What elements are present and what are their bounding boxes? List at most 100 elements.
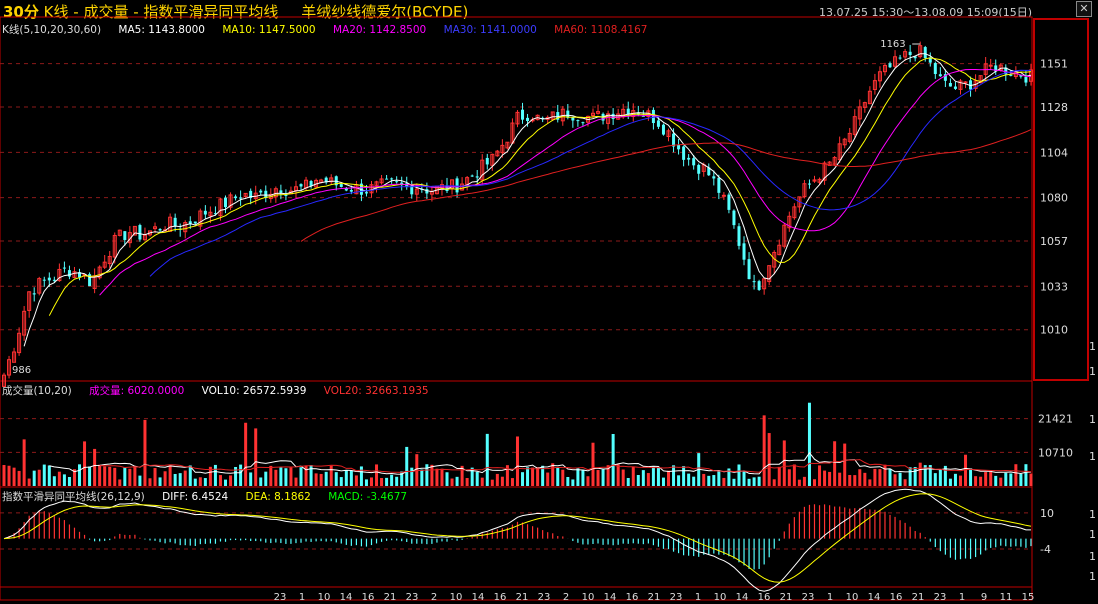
volume-bar [601,469,605,486]
volume-bar [833,441,837,486]
candle-body [173,217,177,227]
volume-bar [536,467,540,486]
volume-bar [385,477,389,486]
volume-bar [631,466,635,486]
volume-bar [32,470,36,486]
volume-bar [903,479,907,486]
candle-body [672,133,676,147]
volume-bar [782,440,786,486]
volume-bar [62,474,66,486]
price-tick-label: 1010 [1040,324,1068,337]
time-tick-label: 2 [431,592,437,603]
volume-bar [12,467,16,486]
volume-bar [752,477,756,486]
time-tick-label: 1 [827,592,833,603]
volume-bar [445,472,449,486]
volume-bar [958,475,962,486]
volume-bar [37,469,41,486]
volume-bar [475,471,479,486]
volume-bar [138,475,142,486]
candle-body [611,113,615,119]
volume-bar [239,464,243,486]
volume-bar [334,472,338,486]
volume-bar [767,433,771,486]
volume-bar [848,474,852,486]
candle-body [727,194,731,210]
volume-bar [999,477,1003,486]
volume-tick-label: 10710 [1038,446,1073,459]
volume-bar [2,465,6,486]
volume-bar [450,478,454,486]
time-tick-label: 23 [670,592,683,603]
candle-body [395,181,399,183]
volume-bar [495,473,499,486]
candle-body [1009,74,1013,76]
volume-bar [687,473,691,486]
macd-tick-label: -4 [1040,543,1051,556]
volume-bar [531,467,535,486]
volume-bar [898,472,902,486]
stock-chart[interactable]: 10101033105710801104112811511071021421-4… [0,0,1098,604]
volume-bar [621,469,625,486]
price-tick-label: 1104 [1040,146,1068,159]
time-tick-label: 14 [340,592,353,603]
time-tick-label: 14 [472,592,485,603]
volume-bar [274,469,278,486]
volume-bar [224,479,228,486]
volume-bar [435,468,439,486]
volume-bar [777,466,781,486]
volume-bar [485,433,489,486]
time-tick-label: 16 [626,592,639,603]
candle-body [470,175,474,177]
volume-bar [974,476,978,486]
volume-bar [22,439,26,486]
volume-bar [78,464,82,486]
volume-bar [52,476,56,486]
candle-body [138,225,142,240]
volume-bar [103,466,107,486]
volume-bar [339,477,343,486]
volume-bar [354,475,358,486]
candle-body [299,184,303,187]
volume-bar [772,479,776,486]
volume-bar [556,467,560,486]
volume-bar [969,468,973,486]
diff-line [3,488,1031,592]
volume-bar [989,471,993,486]
candle-body [32,293,36,295]
volume-bar [1019,473,1023,486]
candle-body [339,184,343,187]
volume-bar [324,471,328,486]
volume-bar [878,469,882,486]
volume-bar [863,472,867,486]
candle-body [62,267,66,269]
candle-body [656,120,660,127]
volume-bar [279,467,283,486]
time-tick-label: 16 [362,592,375,603]
volume-bar [510,478,514,486]
volume-bar [551,463,555,486]
volume-bar [359,466,363,486]
volume-bar [269,465,273,486]
volume-bar [395,476,399,486]
volume-bar [707,475,711,486]
candle-body [1024,76,1028,83]
volume-bar [203,478,207,486]
volume-bar [158,477,162,486]
volume-bar [818,465,822,486]
volume-bar [88,466,92,486]
volume-bar [299,467,303,486]
volume-bar [148,478,152,486]
volume-bar [188,465,192,486]
volume-bar [586,476,590,486]
volume-bar [591,442,595,486]
candle-body [521,109,525,120]
volume-bar [480,477,484,486]
volume-bar [244,422,248,486]
candle-body [697,164,701,174]
candle-body [385,178,389,180]
time-tick-label: 23 [274,592,287,603]
volume-bar [329,465,333,486]
price-tick-label: 1080 [1040,192,1068,205]
time-tick-label: 14 [868,592,881,603]
